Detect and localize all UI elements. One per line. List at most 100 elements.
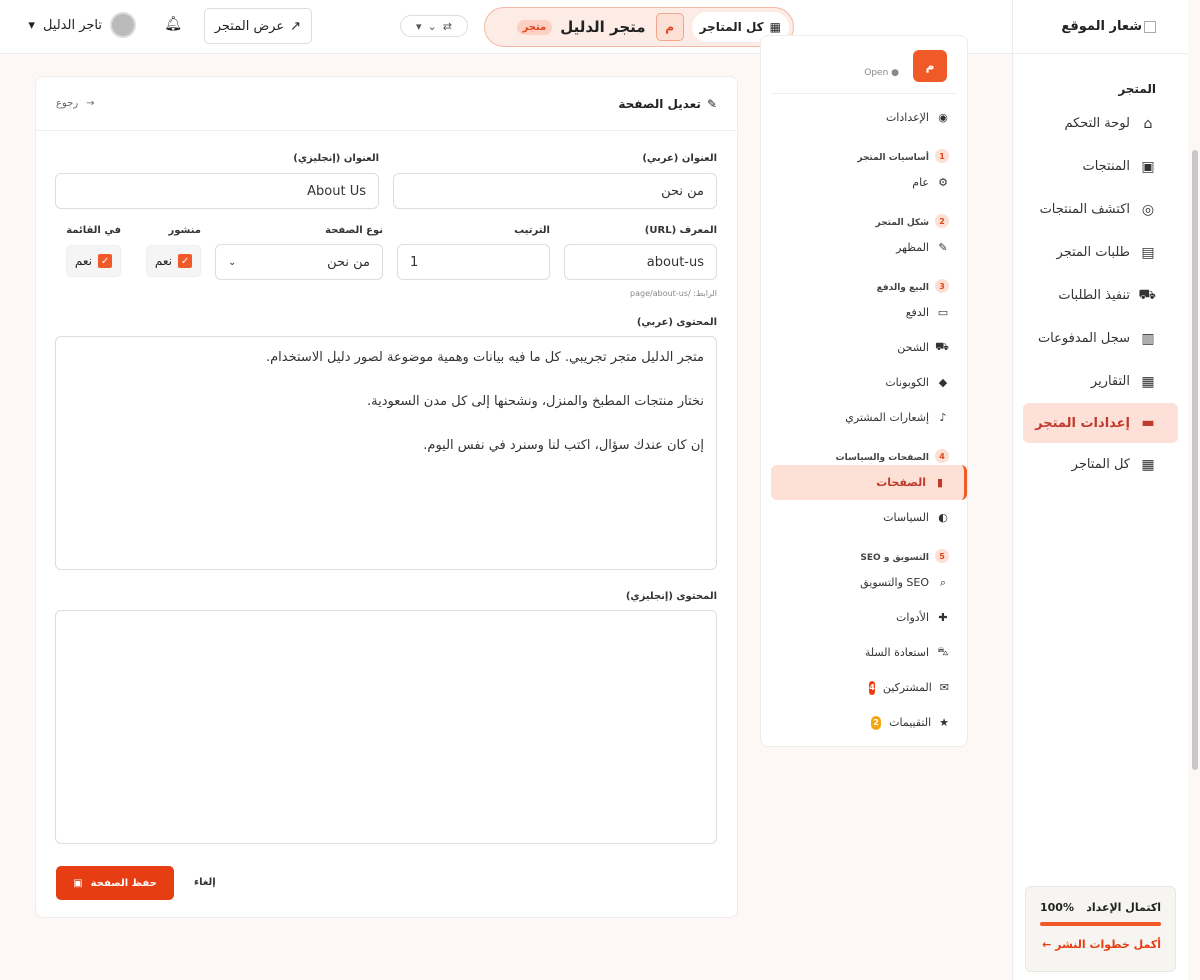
- sidebar-item-3[interactable]: ▤ طلبات المتجر: [1013, 231, 1188, 274]
- settings-nav-item[interactable]: ⛟ الشحن: [761, 330, 967, 365]
- view-store-label: عرض المتجر: [214, 18, 285, 34]
- back-link[interactable]: → رجوع: [56, 98, 95, 109]
- in-menu-checkbox[interactable]: ✓ نعم: [65, 245, 121, 277]
- slug-hint: الرابط: /page/about-us: [630, 289, 717, 298]
- settings-nav-item[interactable]: ⚙ عام: [761, 165, 967, 200]
- star-icon: ★: [939, 716, 949, 729]
- settings-nav-item[interactable]: ▭ الدفع: [761, 295, 967, 330]
- grid-icon: ▦: [1141, 456, 1155, 473]
- slug-input[interactable]: about-us: [564, 244, 717, 280]
- edit-page-card: ✎ تعديل الصفحة → رجوع العنوان (عربي) من …: [35, 76, 738, 918]
- search-icon: ⌕: [939, 575, 947, 589]
- content-en-textarea[interactable]: [55, 610, 717, 844]
- puzzle-icon: ✚: [938, 611, 948, 624]
- setup-progress-card: اكتمال الإعداد 100% أكمل خطوات النشر ←: [1025, 886, 1176, 972]
- settings-group-title: البيع والدفع: [876, 283, 929, 293]
- settings-nav-item[interactable]: ◆ الكوبونات: [761, 365, 967, 400]
- complete-steps-link[interactable]: أكمل خطوات النشر ←: [1040, 938, 1161, 951]
- user-name: تاجر الدليل: [42, 17, 102, 33]
- settings-nav-label: استعادة السلة: [864, 646, 929, 659]
- cancel-button[interactable]: إلغاء: [194, 877, 216, 888]
- published-checkbox[interactable]: ✓ نعم: [145, 245, 201, 277]
- settings-group-header: 4 الصفحات والسياسات: [761, 435, 967, 465]
- sidebar-item-label: إعدادات المتجر: [1035, 415, 1130, 431]
- page-type-select[interactable]: من نحن ⌄: [215, 244, 383, 280]
- settings-nav-item[interactable]: ✉ المشتركين 4: [761, 670, 967, 705]
- count-badge: 4: [869, 680, 875, 695]
- sidebar-item-6[interactable]: ▦ التقارير: [1013, 360, 1188, 403]
- settings-group-title: شكل المتجر: [875, 218, 929, 228]
- scrollbar[interactable]: [1192, 150, 1198, 770]
- settings-nav-label: الكوبونات: [885, 376, 929, 389]
- notifications-bell-icon[interactable]: 🔔︎: [164, 16, 182, 32]
- sidebar-item-7[interactable]: ▬ إعدادات المتجر: [1023, 403, 1178, 443]
- caret-down-icon: ▾: [28, 17, 35, 33]
- checkmark-icon: ✓: [98, 254, 112, 268]
- sidebar-item-5[interactable]: ▥ سجل المدفوعات: [1013, 317, 1188, 360]
- settings-nav-label: التقييمات: [889, 716, 932, 729]
- settings-nav-item[interactable]: ◐ السياسات: [761, 500, 967, 535]
- chevron-down-icon: ⌄: [228, 256, 237, 268]
- save-label: حفظ الصفحة: [90, 877, 157, 889]
- home-icon: ⌂: [1143, 115, 1153, 132]
- content-paragraph: إن كان عندك سؤال، اكتب لنا وسنرد في نفس …: [423, 438, 704, 453]
- published-label: منشور: [168, 225, 201, 236]
- brush-icon: ✎: [938, 241, 948, 254]
- sidebar-item-1[interactable]: ▣ المنتجات: [1013, 145, 1188, 188]
- divider: [771, 93, 957, 94]
- floppy-disk-icon: ▣: [73, 877, 83, 889]
- setup-percent: 100%: [1040, 901, 1074, 914]
- save-page-button[interactable]: حفظ الصفحة ▣: [56, 866, 174, 900]
- sidebar-item-label: اكتشف المنتجات: [1039, 202, 1130, 217]
- compass-icon: ◎: [1141, 201, 1155, 218]
- tag-icon: ◆: [938, 376, 948, 389]
- file-icon: ▮: [936, 476, 944, 489]
- settings-nav: م Open ● ◉ الإعدادات 1 أساسيات المتجر ⚙ عام…: [760, 35, 968, 747]
- settings-nav-label: الصفحات: [876, 476, 926, 489]
- logo-text: شعار الموقع: [1061, 19, 1142, 34]
- title-en-input[interactable]: About Us: [55, 173, 379, 209]
- order-input[interactable]: 1: [397, 244, 550, 280]
- site-logo[interactable]: شعار الموقع: [1013, 0, 1188, 54]
- content-paragraph: متجر الدليل متجر تجريبي. كل ما فيه بيانا…: [266, 350, 704, 365]
- sidebar-item-label: المنتجات: [1082, 159, 1130, 174]
- sidebar-item-0[interactable]: ⌂ لوحة التحكم: [1013, 102, 1188, 145]
- box-icon: ▣: [1141, 158, 1155, 175]
- settings-nav-label: الدفع: [905, 306, 929, 319]
- sidebar-item-label: التقارير: [1090, 374, 1130, 389]
- arrow-right-icon: →: [86, 98, 95, 109]
- compass-icon: ◉: [938, 111, 948, 124]
- truck-icon: ⛟: [1138, 286, 1156, 303]
- sidebar-item-label: كل المتاجر: [1071, 457, 1130, 472]
- shield-icon: ◐: [938, 511, 948, 524]
- store-switcher[interactable]: ▦ كل المتاجر م متجر الدليل متجر: [484, 7, 794, 47]
- page-type-value: من نحن: [327, 254, 370, 270]
- store-swap-dropdown[interactable]: ⇄ ⌄ ▾: [400, 15, 468, 37]
- settings-nav-item[interactable]: ♪ إشعارات المشتري: [761, 400, 967, 435]
- settings-nav-item[interactable]: ⛍ استعادة السلة: [761, 635, 967, 670]
- settings-nav-item[interactable]: ✎ المظهر: [761, 230, 967, 265]
- settings-nav-item[interactable]: ⌕ SEO والتسويق: [761, 565, 967, 600]
- sidebar-section-label: المتجر: [1118, 82, 1156, 96]
- sidebar-item-4[interactable]: ⛟ تنفيذ الطلبات: [1013, 274, 1188, 317]
- sidebar-item-label: لوحة التحكم: [1064, 116, 1130, 131]
- sidebar-item-2[interactable]: ◎ اكتشف المنتجات: [1013, 188, 1188, 231]
- store-status: Open ●: [864, 68, 899, 78]
- title-en-label: العنوان (إنجليزي): [293, 153, 379, 164]
- external-link-icon: ↗: [290, 18, 301, 34]
- page-title-text: تعديل الصفحة: [618, 96, 701, 111]
- title-ar-input[interactable]: من نحن: [393, 173, 717, 209]
- sidebar-item-8[interactable]: ▦ كل المتاجر: [1013, 443, 1188, 486]
- avatar: [110, 12, 136, 38]
- view-store-button[interactable]: ↗ عرض المتجر: [203, 8, 312, 44]
- settings-group-title: أساسيات المتجر: [857, 153, 929, 163]
- money-icon: ▥: [1141, 330, 1155, 347]
- truck-icon: ⛟: [935, 340, 949, 353]
- settings-nav-item[interactable]: ✚ الأدوات: [761, 600, 967, 635]
- page-type-label: نوع الصفحة: [325, 225, 383, 236]
- settings-nav-item[interactable]: ★ التقييمات 2: [761, 705, 967, 740]
- settings-nav-item-settings[interactable]: ◉ الإعدادات: [761, 100, 967, 135]
- settings-nav-item[interactable]: ▮ الصفحات: [771, 465, 967, 500]
- user-menu[interactable]: تاجر الدليل ▾: [28, 12, 136, 38]
- content-ar-textarea[interactable]: متجر الدليل متجر تجريبي. كل ما فيه بيانا…: [55, 336, 717, 570]
